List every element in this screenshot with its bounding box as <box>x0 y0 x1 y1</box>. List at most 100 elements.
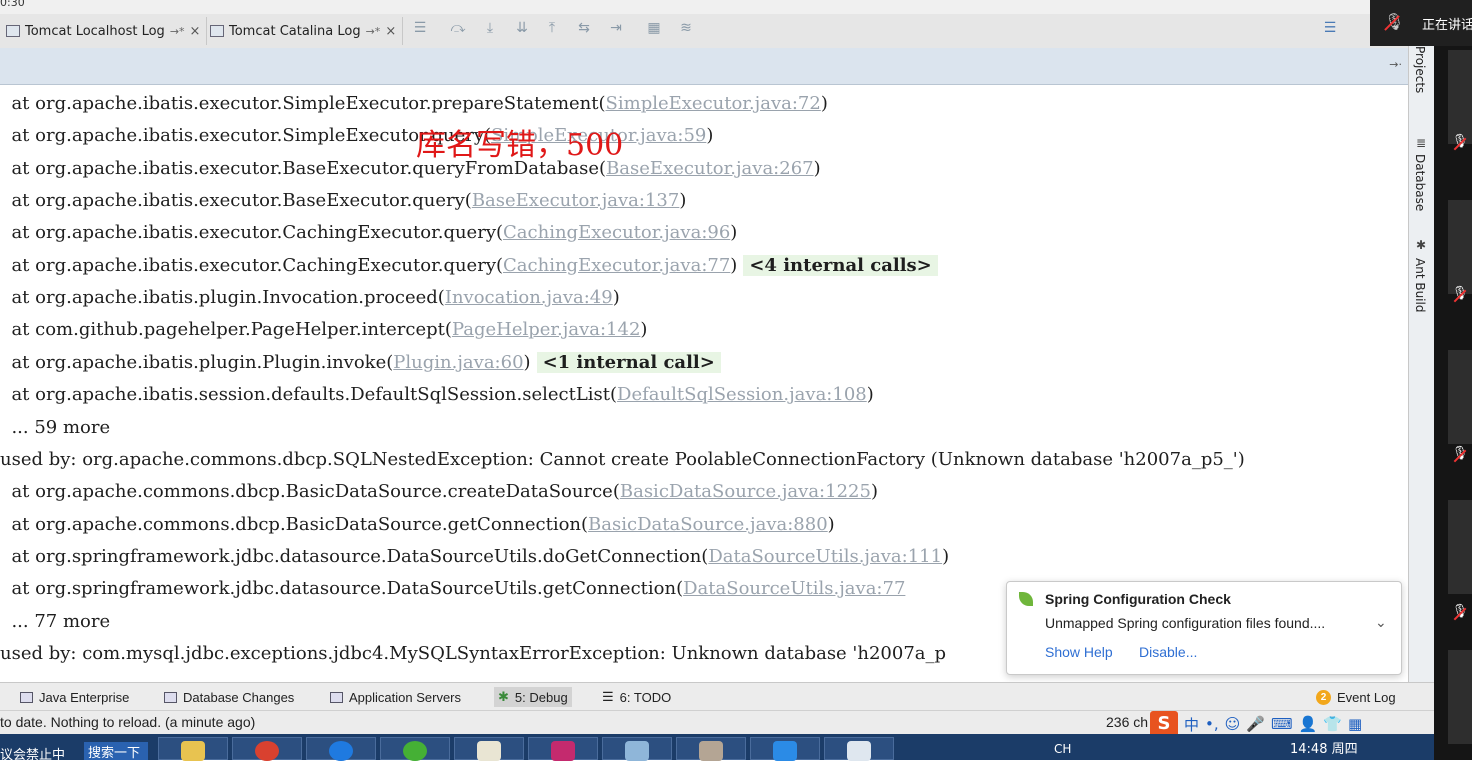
voice-icon[interactable]: 🎤 <box>1246 715 1265 733</box>
taskbar-notepad[interactable] <box>454 737 524 761</box>
step-out-icon[interactable]: ⤒ <box>544 20 560 36</box>
event-log-button[interactable]: 2 Event Log <box>1312 687 1400 707</box>
tool-window-debug[interactable]: ✱ 5: Debug <box>494 687 572 707</box>
event-count-badge: 2 <box>1316 689 1331 705</box>
stack-line: ... 77 more <box>0 611 111 632</box>
step-over-icon[interactable]: ⤼ <box>450 20 466 36</box>
stack-line: at com.github.pagehelper.PageHelper.inte… <box>0 319 648 340</box>
tab-tomcat-localhost-log[interactable]: Tomcat Localhost Log →* × <box>0 17 208 45</box>
app-servers-icon <box>330 691 343 703</box>
ant-icon: ✱ <box>1416 238 1427 252</box>
cloud-icon <box>773 741 797 761</box>
participant-tile[interactable]: 🎙 <box>1448 350 1472 463</box>
database-tab[interactable]: Database <box>1413 154 1427 211</box>
show-help-link[interactable]: Show Help <box>1045 644 1113 660</box>
emoji-icon[interactable]: ☺ <box>1225 715 1241 733</box>
mic-muted-icon: 🎙 <box>1450 286 1470 306</box>
stack-line: at org.apache.ibatis.executor.BaseExecut… <box>0 158 821 179</box>
window-top-strip: 0:30 <box>0 0 1410 14</box>
projects-tab[interactable]: Projects <box>1413 46 1427 93</box>
source-link[interactable]: BasicDataSource.java:1225 <box>620 481 871 502</box>
taskbar-clock[interactable]: 14:48 周四 <box>1290 738 1358 757</box>
ant-build-tab[interactable]: Ant Build <box>1413 258 1427 312</box>
scroll-to-end-icon[interactable]: →· <box>1389 58 1402 71</box>
notepad-icon <box>477 741 501 761</box>
tool-window-java-enterprise[interactable]: Java Enterprise <box>16 687 133 707</box>
participant-tile[interactable] <box>1448 650 1472 744</box>
folder-icon <box>181 741 205 761</box>
log-tab-bar: Tomcat Localhost Log →* × Tomcat Catalin… <box>0 14 1410 49</box>
stack-line: at org.apache.ibatis.executor.SimpleExec… <box>0 93 828 114</box>
disable-link[interactable]: Disable... <box>1139 644 1197 660</box>
window-icon <box>847 741 871 761</box>
tool-window-todo[interactable]: ☰ 6: TODO <box>598 687 675 707</box>
speaking-label: 正在讲话 <box>1422 18 1472 33</box>
source-link[interactable]: DefaultSqlSession.java:108 <box>617 384 867 405</box>
wechat-icon <box>403 741 427 761</box>
step-into-icon[interactable]: ⤓ <box>482 20 498 36</box>
close-icon[interactable]: × <box>385 24 396 39</box>
taskbar-app-people[interactable] <box>676 737 746 761</box>
source-link[interactable]: Plugin.java:60 <box>393 352 523 373</box>
stack-line: at org.apache.commons.dbcp.BasicDataSour… <box>0 514 835 535</box>
punctuation-icon[interactable]: •, <box>1205 715 1219 733</box>
source-link[interactable]: PageHelper.java:142 <box>452 319 640 340</box>
source-link[interactable]: SimpleExecutor.java:72 <box>606 93 821 114</box>
stack-line: at org.springframework.jdbc.datasource.D… <box>0 578 906 599</box>
source-link[interactable]: BaseExecutor.java:267 <box>606 158 814 179</box>
tool-window-application-servers[interactable]: Application Servers <box>326 687 465 707</box>
source-link[interactable]: DataSourceUtils.java:111 <box>708 546 942 567</box>
skin-icon[interactable]: 👕 <box>1323 715 1342 733</box>
taskbar-paint[interactable] <box>602 737 672 761</box>
settings-icon[interactable]: ≋ <box>678 20 694 36</box>
source-link[interactable]: Invocation.java:49 <box>445 287 613 308</box>
taskbar-intellij[interactable] <box>528 737 598 761</box>
notification-message: Unmapped Spring configuration files foun… <box>1045 615 1326 631</box>
internal-calls-fold[interactable]: <1 internal call> <box>536 352 721 373</box>
grid-icon[interactable]: ▦ <box>1348 715 1362 733</box>
stack-line: at org.apache.ibatis.executor.CachingExe… <box>0 222 738 243</box>
stack-line: at org.springframework.jdbc.datasource.D… <box>0 546 950 567</box>
keyboard-icon[interactable]: ⌨ <box>1271 715 1293 733</box>
source-link[interactable]: CachingExecutor.java:96 <box>503 222 730 243</box>
stack-line: at org.apache.ibatis.plugin.Invocation.p… <box>0 287 620 308</box>
participant-tile[interactable]: 🎙 <box>1448 500 1472 621</box>
taskbar-wechat[interactable] <box>380 737 450 761</box>
taskbar-explorer[interactable] <box>158 737 228 761</box>
taskbar-chrome[interactable] <box>232 737 302 761</box>
app-icon <box>329 741 353 761</box>
menu-icon[interactable]: ☰ <box>412 20 428 36</box>
pin-icon[interactable]: →* <box>366 25 381 38</box>
participant-tile[interactable]: 🎙 <box>1448 50 1472 151</box>
taskbar-app-window[interactable] <box>824 737 894 761</box>
force-step-into-icon[interactable]: ⇊ <box>514 20 530 36</box>
taskbar-app-cloud[interactable] <box>750 737 820 761</box>
internal-calls-fold[interactable]: <4 internal calls> <box>743 255 938 276</box>
user-icon[interactable]: 👤 <box>1299 715 1318 733</box>
participant-tile[interactable]: 🎙 <box>1448 200 1472 303</box>
caused-by-line: used by: org.apache.commons.dbcp.SQLNest… <box>0 449 1245 470</box>
tab-tomcat-catalina-log[interactable]: Tomcat Catalina Log →* × <box>204 17 404 45</box>
windows-taskbar: 议会禁止中 搜索一下 CH 14:48 周四 <box>0 734 1434 763</box>
debug-panel-header: →· <box>0 48 1410 85</box>
tool-window-database-changes[interactable]: Database Changes <box>160 687 298 707</box>
source-link[interactable]: BaseExecutor.java:137 <box>472 190 680 211</box>
tab-label: Tomcat Catalina Log <box>229 23 361 39</box>
caret-position[interactable]: 236 ch <box>1106 714 1148 730</box>
pin-icon[interactable]: →* <box>170 25 185 38</box>
ime-toolbar: S 中 •, ☺ 🎤 ⌨ 👤 👕 ▦ <box>1150 711 1362 737</box>
source-link[interactable]: CachingExecutor.java:77 <box>503 255 730 276</box>
tool-window-bar: Java Enterprise Database Changes Applica… <box>0 682 1434 711</box>
source-link[interactable]: BasicDataSource.java:880 <box>588 514 828 535</box>
drop-frame-icon[interactable]: ⇆ <box>576 20 592 36</box>
tray-language[interactable]: CH <box>1054 742 1071 756</box>
taskbar-app-blue[interactable] <box>306 737 376 761</box>
taskbar-search[interactable]: 搜索一下 <box>84 742 148 761</box>
source-link[interactable]: DataSourceUtils.java:77 <box>683 578 905 599</box>
evaluate-icon[interactable]: ▦ <box>646 20 662 36</box>
ime-language[interactable]: 中 <box>1184 714 1199 735</box>
run-to-cursor-icon[interactable]: ⇥ <box>608 20 624 36</box>
list-icon[interactable]: ☰ <box>1322 20 1338 36</box>
chevron-down-icon[interactable]: ⌄ <box>1375 614 1387 631</box>
close-icon[interactable]: × <box>190 24 201 39</box>
